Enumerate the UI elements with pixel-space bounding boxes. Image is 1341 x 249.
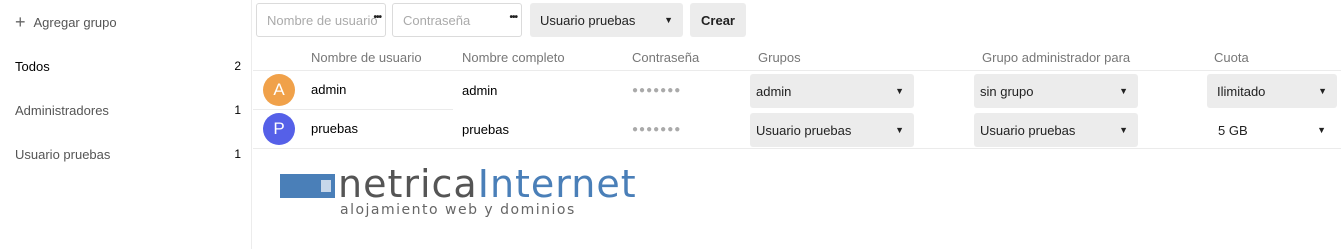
username-cell[interactable]: admin — [311, 80, 346, 100]
logo-word-internet: Internet — [477, 162, 637, 206]
password-manager-icon[interactable]: ••• — [509, 12, 517, 23]
avatar: P — [263, 113, 295, 145]
column-header-groups: Grupos — [758, 50, 801, 65]
add-group-button[interactable]: + Agregar grupo — [15, 10, 117, 34]
username-cell[interactable]: pruebas — [311, 119, 358, 139]
admin-for-select[interactable]: Usuario pruebas ▼ — [974, 113, 1138, 147]
groups-select-value: Usuario pruebas — [756, 122, 852, 138]
password-cell[interactable]: ●●●●●●● — [632, 81, 681, 101]
logo-wordmark: netricaInternet — [338, 164, 637, 204]
caret-down-icon: ▼ — [1318, 86, 1327, 96]
sidebar-item-count: 1 — [234, 103, 241, 117]
logo-word-netrica: netrica — [338, 162, 478, 206]
logo-mark — [280, 174, 335, 198]
column-header-fullname: Nombre completo — [462, 50, 565, 65]
fullname-cell[interactable]: admin — [462, 81, 497, 101]
password-cell[interactable]: ●●●●●●● — [632, 120, 681, 140]
sidebar-item-usuario-pruebas[interactable]: Usuario pruebas 1 — [15, 142, 241, 166]
quota-select[interactable]: 5 GB ▼ — [1207, 113, 1337, 147]
groups-select[interactable]: admin ▼ — [750, 74, 914, 108]
caret-down-icon: ▼ — [664, 15, 673, 25]
caret-down-icon: ▼ — [1317, 125, 1326, 135]
quota-select[interactable]: Ilimitado ▼ — [1207, 74, 1337, 108]
sidebar-item-count: 1 — [234, 147, 241, 161]
admin-for-select-value: Usuario pruebas — [980, 122, 1076, 138]
column-header-password: Contraseña — [632, 50, 700, 65]
admin-for-select[interactable]: sin grupo ▼ — [974, 74, 1138, 108]
caret-down-icon: ▼ — [1119, 86, 1128, 96]
groups-select-value: admin — [756, 83, 792, 99]
caret-down-icon: ▼ — [1119, 125, 1128, 135]
quota-select-value: Ilimitado — [1217, 83, 1266, 99]
username-placeholder: Nombre de usuario — [267, 12, 378, 28]
group-select[interactable]: Usuario pruebas ▼ — [530, 3, 683, 37]
sidebar-item-count: 2 — [234, 59, 241, 73]
add-group-label: Agregar grupo — [33, 14, 117, 30]
password-input[interactable]: Contraseña ••• — [392, 3, 522, 37]
sidebar: + Agregar grupo Todos 2 Administradores … — [0, 0, 252, 249]
divider — [253, 70, 1341, 71]
quota-select-value: 5 GB — [1218, 122, 1248, 138]
plus-icon: + — [15, 12, 26, 32]
caret-down-icon: ▼ — [895, 125, 904, 135]
groups-select[interactable]: Usuario pruebas ▼ — [750, 113, 914, 147]
column-header-quota: Cuota — [1214, 50, 1249, 65]
divider — [253, 148, 1341, 149]
fullname-cell[interactable]: pruebas — [462, 120, 509, 140]
caret-down-icon: ▼ — [895, 86, 904, 96]
netrica-logo: netricaInternet alojamiento web y domini… — [280, 164, 636, 222]
column-header-username: Nombre de usuario — [311, 50, 422, 65]
group-select-value: Usuario pruebas — [540, 12, 636, 28]
create-button[interactable]: Crear — [690, 3, 746, 37]
password-manager-icon[interactable]: ••• — [373, 12, 381, 23]
username-input[interactable]: Nombre de usuario ••• — [256, 3, 386, 37]
logo-tagline: alojamiento web y dominios — [340, 202, 576, 218]
password-placeholder: Contraseña — [403, 12, 471, 28]
sidebar-item-label: Todos — [15, 58, 50, 74]
sidebar-item-todos[interactable]: Todos 2 — [15, 54, 241, 78]
column-header-admin-for: Grupo administrador para — [982, 50, 1131, 65]
sidebar-item-label: Administradores — [15, 102, 109, 118]
divider — [253, 109, 453, 110]
sidebar-item-administradores[interactable]: Administradores 1 — [15, 98, 241, 122]
sidebar-item-label: Usuario pruebas — [15, 146, 111, 162]
avatar: A — [263, 74, 295, 106]
admin-for-select-value: sin grupo — [980, 83, 1034, 99]
